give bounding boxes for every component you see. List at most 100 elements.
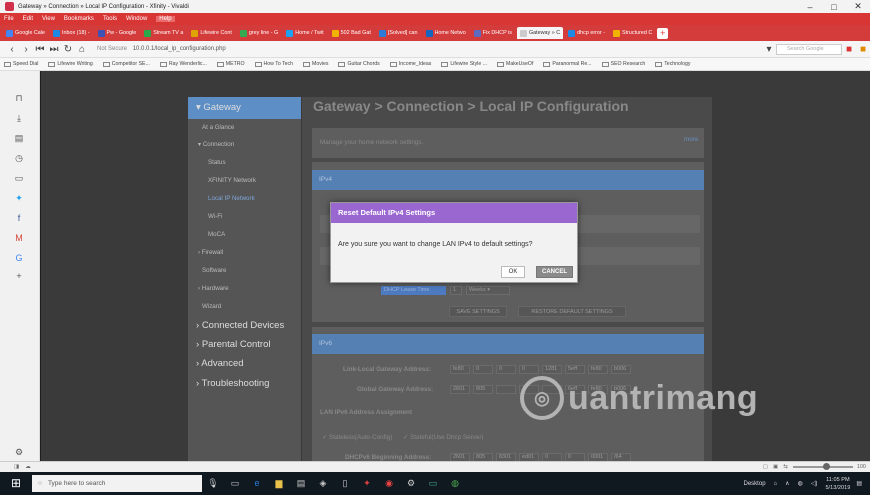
nav-troubleshooting[interactable]: › Troubleshooting	[196, 378, 269, 389]
reload-icon[interactable]: ↻	[61, 44, 75, 55]
people-tray-icon[interactable]: ⌂	[774, 481, 778, 487]
panel-toggle-icon[interactable]: ◨	[14, 464, 19, 470]
lease-unit-select[interactable]: Weeks ▾	[466, 286, 510, 295]
nav-xfinity-network[interactable]: XFINITY Network	[208, 177, 256, 184]
taskbar-clock[interactable]: 11:05 PM 5/13/2019	[825, 476, 850, 492]
address-segment-input[interactable]: 805	[473, 385, 493, 394]
close-icon[interactable]: ✕	[846, 1, 870, 12]
windows-start-icon[interactable]: ⊞	[0, 472, 32, 495]
stateless-option[interactable]: ✓ Stateless(Auto-Config)	[322, 434, 392, 441]
bookmark-item[interactable]: METRO	[216, 61, 245, 67]
new-tab-button[interactable]: +	[657, 27, 669, 39]
add-panel-icon[interactable]: +	[14, 271, 24, 281]
store-icon[interactable]: ▤	[290, 472, 312, 495]
microphone-icon[interactable]: 🎙	[202, 472, 224, 495]
bookmark-icon[interactable]: ▾	[762, 44, 776, 55]
edge-icon[interactable]: e	[246, 472, 268, 495]
nav-status[interactable]: Status	[208, 159, 226, 166]
address-segment-input[interactable]: b006	[611, 365, 631, 374]
more-link[interactable]: more	[684, 136, 698, 143]
nav-local-ip-network[interactable]: Local IP Network	[208, 195, 255, 202]
bookmark-item[interactable]: MakeUseOf	[497, 61, 533, 67]
zoom-slider-thumb[interactable]	[822, 463, 830, 470]
lease-value-input[interactable]: 1	[450, 286, 462, 295]
rewind-icon[interactable]: ⏮	[33, 44, 47, 55]
zoom-slider[interactable]	[792, 463, 853, 470]
mail-icon[interactable]: ▭	[422, 472, 444, 495]
stateful-option[interactable]: ✓ Stateful(Use Dhcp Server)	[403, 434, 484, 441]
forward-icon[interactable]: ›	[19, 44, 33, 55]
settings-taskbar-icon[interactable]: ⚙	[400, 472, 422, 495]
browser-tab[interactable]: Pw - Google	[95, 27, 140, 39]
menu-window[interactable]: Window	[126, 16, 147, 22]
address-segment-input[interactable]: 0	[519, 365, 539, 374]
bookmark-panel-icon[interactable]: ⊓	[14, 93, 24, 103]
cloud-icon[interactable]: ☁	[25, 464, 31, 470]
minimize-icon[interactable]: –	[798, 2, 822, 12]
address-segment-input[interactable]: 0	[473, 365, 493, 374]
app-icon-red[interactable]: ✦	[356, 472, 378, 495]
chevron-up-icon[interactable]: ∧	[785, 480, 789, 487]
page-actions-icon[interactable]: ⇆	[783, 464, 788, 470]
facebook-panel-icon[interactable]: f	[14, 213, 24, 223]
bookmark-item[interactable]: Speed Dial	[4, 61, 38, 67]
bookmark-item[interactable]: Lifewire Style ...	[441, 61, 487, 67]
google-panel-icon[interactable]: G	[14, 253, 24, 263]
window-panel-icon[interactable]: ▭	[14, 173, 24, 183]
bookmark-item[interactable]: SEO Research	[601, 61, 645, 67]
tiling-icon[interactable]: ▢	[763, 464, 768, 470]
chrome-icon[interactable]: ◍	[444, 472, 466, 495]
maximize-icon[interactable]: □	[822, 2, 846, 12]
twitter-panel-icon[interactable]: ✦	[14, 193, 24, 203]
browser-tab[interactable]: Structured C	[610, 27, 655, 39]
nav-firewall[interactable]: › Firewall	[198, 249, 223, 256]
cancel-button[interactable]: CANCEL	[536, 266, 573, 278]
bookmark-item[interactable]: Guitar Chords	[338, 61, 380, 67]
gmail-panel-icon[interactable]: M	[14, 233, 24, 243]
nav-hardware[interactable]: › Hardware	[198, 285, 229, 292]
url-field[interactable]: Not Secure 10.0.0.1/local_ip_configurati…	[97, 46, 762, 52]
nav-at-a-glance[interactable]: At a Glance	[202, 124, 234, 131]
notes-panel-icon[interactable]: ▤	[14, 133, 24, 143]
browser-tab[interactable]: Home Netwo	[423, 27, 469, 39]
nav-parental-control[interactable]: › Parental Control	[196, 339, 270, 350]
bookmark-item[interactable]: Technology	[655, 61, 690, 67]
volume-icon[interactable]: ◁)	[811, 480, 818, 487]
nav-moca[interactable]: MoCA	[208, 231, 225, 238]
address-segment-input[interactable]: 5eff	[565, 365, 585, 374]
bookmark-item[interactable]: Ray Wenderlic...	[159, 61, 207, 67]
browser-tab[interactable]: dhcp error -	[565, 27, 608, 39]
extension-icon[interactable]: ■	[842, 44, 856, 55]
settings-icon[interactable]: ⚙	[14, 447, 24, 457]
browser-tab[interactable]: Gateway » C	[516, 27, 564, 39]
menu-edit[interactable]: Edit	[23, 16, 33, 22]
task-view-icon[interactable]: ▭	[224, 472, 246, 495]
address-segment-input[interactable]: fe80	[588, 365, 608, 374]
bookmark-item[interactable]: Movies	[303, 61, 328, 67]
menu-view[interactable]: View	[42, 16, 55, 22]
image-icon[interactable]: ▣	[773, 464, 778, 470]
people-icon[interactable]: ◈	[312, 472, 334, 495]
fast-forward-icon[interactable]: ⏭	[47, 44, 61, 55]
browser-tab[interactable]: 502 Bad Gat	[329, 27, 374, 39]
browser-tab[interactable]: Lifewire Cont	[188, 27, 234, 39]
back-icon[interactable]: ‹	[5, 44, 19, 55]
bookmark-item[interactable]: Income_Ideas	[389, 61, 431, 67]
browser-tab[interactable]: Stream TV a	[141, 27, 186, 39]
save-settings-button[interactable]: SAVE SETTINGS	[449, 306, 507, 317]
menu-help[interactable]: Help	[156, 16, 175, 22]
browser-tab[interactable]: grey line - G	[237, 27, 281, 39]
download-panel-icon[interactable]: ⤓	[14, 113, 24, 123]
browser-tab[interactable]: [Solved] can	[376, 27, 421, 39]
history-panel-icon[interactable]: ◷	[14, 153, 24, 163]
menu-bookmarks[interactable]: Bookmarks	[64, 16, 94, 22]
ok-button[interactable]: OK	[501, 266, 525, 278]
bookmark-item[interactable]: Competitor SE...	[102, 61, 150, 67]
bookmark-item[interactable]: How To Tech	[254, 61, 293, 67]
nav-software[interactable]: Software	[202, 267, 226, 274]
browser-tab[interactable]: Home / Twit	[283, 27, 326, 39]
search-field[interactable]: Search Google	[776, 43, 842, 55]
browser-tab[interactable]: Inbox (18) -	[50, 27, 93, 39]
address-segment-input[interactable]: 2601	[450, 385, 470, 394]
menu-file[interactable]: File	[4, 16, 14, 22]
